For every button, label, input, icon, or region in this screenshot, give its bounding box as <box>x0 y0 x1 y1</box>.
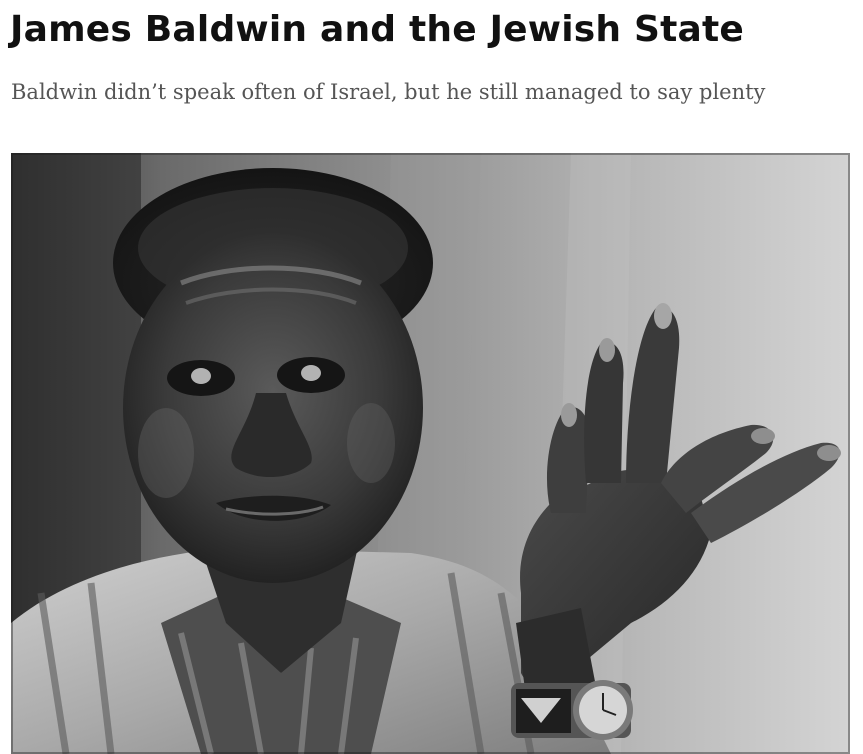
wristwatch <box>511 680 633 740</box>
article-page: James Baldwin and the Jewish State Baldw… <box>0 0 863 754</box>
article-dek: Baldwin didn’t speak often of Israel, bu… <box>11 80 766 104</box>
hero-photo-drawing <box>11 153 850 754</box>
hero-photo <box>11 153 850 754</box>
article-headline: James Baldwin and the Jewish State <box>10 9 745 50</box>
